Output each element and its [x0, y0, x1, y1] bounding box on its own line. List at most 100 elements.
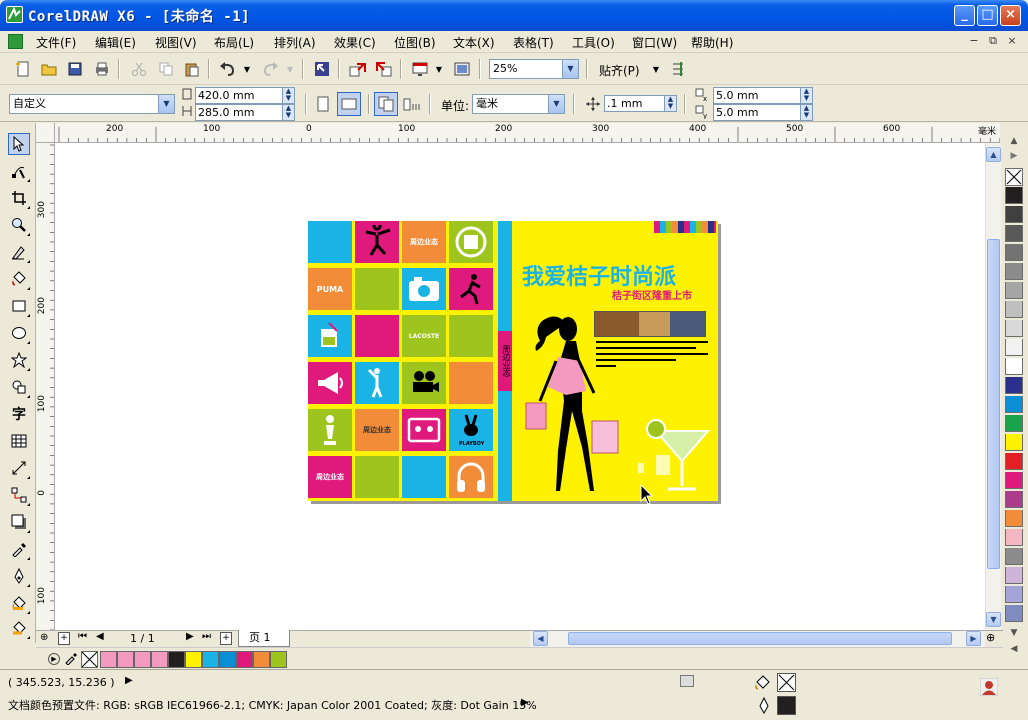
document-color-swatch[interactable] — [219, 651, 236, 668]
palette-swatch[interactable] — [1005, 510, 1023, 527]
palette-swatch[interactable] — [1005, 225, 1023, 242]
pick-tool-icon[interactable] — [8, 133, 30, 155]
connector-tool-icon[interactable] — [8, 484, 30, 506]
menu-edit[interactable]: 编辑(E) — [95, 34, 136, 51]
maximize-button[interactable]: □ — [977, 5, 998, 26]
palette-swatch[interactable] — [1005, 491, 1023, 508]
redo-icon[interactable] — [259, 58, 281, 80]
drop-shadow-tool-icon[interactable] — [8, 511, 30, 533]
palette-swatch[interactable] — [1005, 339, 1023, 356]
palette-swatch[interactable] — [1005, 548, 1023, 565]
eyedropper-icon[interactable] — [64, 651, 78, 666]
unit-combo[interactable]: 毫米 ▼ — [472, 94, 565, 114]
profile-expand-icon[interactable]: ▶ — [521, 697, 529, 708]
document-color-swatch[interactable] — [236, 651, 253, 668]
menu-window[interactable]: 窗口(W) — [632, 34, 677, 51]
palette-swatch[interactable] — [1005, 377, 1023, 394]
dimension-tool-icon[interactable] — [8, 457, 30, 479]
interactive-fill-tool-icon[interactable] — [8, 617, 30, 639]
vertical-ruler[interactable]: 300 200 100 0 100 — [36, 143, 55, 630]
page-tab[interactable]: 页 1 — [238, 630, 290, 647]
menu-view[interactable]: 视图(V) — [155, 34, 197, 51]
copy-icon[interactable] — [155, 58, 177, 80]
status-expand-icon[interactable]: ▶ — [125, 675, 133, 686]
palette-swatch[interactable] — [1005, 434, 1023, 451]
poster-artwork[interactable]: 周边业态 PUMA LACOSTE 周边业态 PLAYBOY 周边业态 周边业态… — [308, 221, 718, 501]
spinner-icon[interactable]: ▲ ▼ — [282, 88, 294, 103]
horizontal-scroll-thumb[interactable] — [568, 632, 952, 645]
chevron-down-icon[interactable]: ▼ — [548, 95, 564, 113]
menu-arrange[interactable]: 排列(A) — [274, 34, 316, 51]
current-page-icon[interactable] — [401, 93, 423, 115]
application-launcher-icon[interactable] — [409, 58, 431, 80]
document-color-swatch[interactable] — [253, 651, 270, 668]
doc-restore-button[interactable]: ⧉ — [986, 34, 1000, 48]
vertical-scrollbar[interactable]: ▲ ▼ — [985, 143, 1001, 630]
no-color-swatch[interactable] — [1005, 168, 1023, 186]
palette-swatch[interactable] — [1005, 529, 1023, 546]
portrait-icon[interactable] — [312, 93, 334, 115]
document-color-swatch[interactable] — [168, 651, 185, 668]
open-folder-icon[interactable] — [38, 58, 60, 80]
palette-scroll-up-icon[interactable]: ▲ — [1007, 135, 1021, 147]
nudge-distance-field[interactable]: .1 mm ▲ ▼ — [604, 95, 677, 112]
chevron-down-icon[interactable]: ▼ — [158, 95, 174, 113]
horizontal-scrollbar[interactable]: ◀ ▶ — [530, 631, 985, 647]
outline-color-swatch[interactable] — [777, 696, 796, 715]
next-page-icon[interactable]: ▶ — [186, 631, 194, 642]
landscape-icon[interactable] — [337, 92, 361, 116]
undo-icon[interactable] — [217, 58, 239, 80]
rectangle-tool-icon[interactable] — [8, 295, 30, 317]
vertical-scroll-thumb[interactable] — [987, 239, 1000, 569]
document-color-swatch[interactable] — [117, 651, 134, 668]
shape-tool-icon[interactable] — [8, 160, 30, 182]
last-page-icon[interactable]: ⏭ — [202, 631, 211, 642]
menu-table[interactable]: 表格(T) — [513, 34, 554, 51]
palette-swatch[interactable] — [1005, 187, 1023, 204]
ruler-toggle-icon[interactable]: ⊕ — [40, 632, 48, 643]
undo-dropdown-icon[interactable]: ▼ — [241, 58, 253, 80]
scroll-left-icon[interactable]: ◀ — [533, 631, 548, 646]
palette-play-icon[interactable]: ▶ — [48, 653, 60, 665]
page-width-field[interactable]: 420.0 mm ▲ ▼ — [195, 87, 295, 104]
polygon-tool-icon[interactable] — [8, 349, 30, 371]
snap-dropdown-icon[interactable]: ▼ — [650, 58, 662, 80]
spinner-icon[interactable]: ▲ ▼ — [664, 96, 676, 111]
document-color-swatch[interactable] — [270, 651, 287, 668]
scroll-down-icon[interactable]: ▼ — [986, 612, 1001, 627]
export-icon[interactable] — [373, 58, 395, 80]
text-tool-icon[interactable]: 字 — [8, 403, 30, 425]
eyedropper-tool-icon[interactable] — [8, 538, 30, 560]
palette-swatch[interactable] — [1005, 453, 1023, 470]
palette-swatch[interactable] — [1005, 358, 1023, 375]
palette-swatch[interactable] — [1005, 396, 1023, 413]
menu-bitmaps[interactable]: 位图(B) — [394, 34, 436, 51]
coreldraw-app-icon[interactable] — [6, 6, 23, 23]
palette-swatch[interactable] — [1005, 605, 1023, 622]
palette-scroll-down-icon[interactable]: ▼ — [1007, 627, 1021, 639]
spinner-icon[interactable]: ▲ ▼ — [800, 105, 812, 120]
document-color-swatch[interactable] — [202, 651, 219, 668]
menu-help[interactable]: 帮助(H) — [691, 34, 733, 51]
menu-layout[interactable]: 布局(L) — [214, 34, 254, 51]
ellipse-tool-icon[interactable] — [8, 322, 30, 344]
prev-page-icon[interactable]: ◀ — [96, 631, 104, 642]
save-icon[interactable] — [64, 58, 86, 80]
palette-swatch[interactable] — [1005, 472, 1023, 489]
palette-swatch[interactable] — [1005, 301, 1023, 318]
palette-swatch[interactable] — [1005, 567, 1023, 584]
fill-tool-icon[interactable] — [8, 592, 30, 614]
menu-text[interactable]: 文本(X) — [453, 34, 495, 51]
palette-swatch[interactable] — [1005, 244, 1023, 261]
table-tool-icon[interactable] — [8, 430, 30, 452]
document-info-icon[interactable] — [680, 675, 694, 687]
palette-swatch[interactable] — [1005, 282, 1023, 299]
crop-tool-icon[interactable] — [8, 187, 30, 209]
menu-tools[interactable]: 工具(O) — [572, 34, 615, 51]
title-bar[interactable]: CorelDRAW X6 - [未命名 -1] _ □ × — [0, 0, 1028, 31]
palette-options-icon[interactable]: ▶ — [1005, 149, 1023, 163]
scroll-up-icon[interactable]: ▲ — [986, 147, 1001, 162]
duplicate-y-field[interactable]: 5.0 mm ▲ ▼ — [713, 104, 813, 121]
minimize-button[interactable]: _ — [954, 5, 975, 26]
outline-pen-icon[interactable] — [8, 565, 30, 587]
